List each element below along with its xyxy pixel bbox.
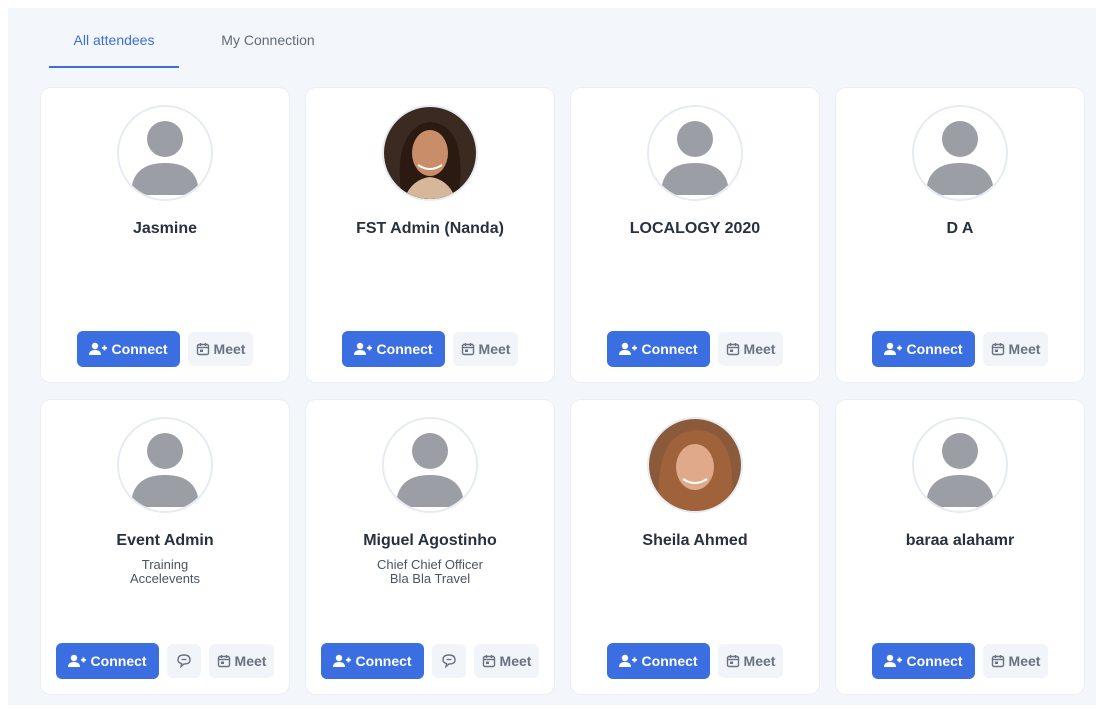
meet-button[interactable]: Meet (717, 644, 784, 678)
attendee-company: Bla Bla Travel (389, 571, 471, 586)
add-user-icon (618, 342, 637, 356)
avatar-placeholder-icon (912, 105, 1008, 201)
attendee-title: Chief Chief Officer (377, 557, 483, 572)
calendar-icon (991, 654, 1005, 668)
meet-label: Meet (213, 341, 246, 357)
add-user-icon (618, 654, 637, 668)
calendar-icon (461, 342, 475, 356)
attendee-company: Accelevents (129, 571, 201, 586)
attendee-name: Event Admin (116, 532, 214, 549)
meet-button[interactable]: Meet (452, 332, 519, 366)
connect-label: Connect (111, 341, 168, 357)
connect-label: Connect (376, 341, 433, 357)
avatar-photo (382, 105, 478, 201)
connect-label: Connect (906, 653, 963, 669)
chat-icon (176, 653, 192, 669)
attendee-card: LOCALOGY 2020 Connect Meet (571, 88, 819, 382)
calendar-icon (482, 654, 496, 668)
tab-all-attendees[interactable]: All attendees (49, 30, 179, 68)
add-user-icon (883, 654, 902, 668)
calendar-icon (217, 654, 231, 668)
connect-label: Connect (906, 341, 963, 357)
attendee-name: FST Admin (Nanda) (356, 220, 504, 237)
avatar-placeholder-icon (912, 417, 1008, 513)
chat-icon (441, 653, 457, 669)
attendee-grid: Jasmine Connect Meet FST Admin (Nanda) Conne… (41, 88, 1084, 694)
add-user-icon (67, 654, 86, 668)
attendee-card: Miguel Agostinho Chief Chief Officer Bla B… (306, 400, 554, 694)
attendee-name: Jasmine (132, 220, 198, 237)
connect-button[interactable]: Connect (55, 643, 159, 679)
connect-button[interactable]: Connect (76, 331, 180, 367)
calendar-icon (196, 342, 210, 356)
meet-label: Meet (499, 653, 532, 669)
attendee-name: Sheila Ahmed (642, 532, 748, 549)
add-user-icon (883, 342, 902, 356)
meet-label: Meet (1008, 341, 1041, 357)
attendees-panel: All attendees My Connection Jasmine Conne… (8, 8, 1096, 705)
meet-label: Meet (478, 341, 511, 357)
avatar-placeholder-icon (647, 105, 743, 201)
meet-label: Meet (1008, 653, 1041, 669)
chat-button[interactable] (166, 644, 201, 678)
avatar-photo (647, 417, 743, 513)
card-actions: Connect Meet (571, 642, 819, 680)
card-actions: Connect Meet (306, 642, 554, 680)
avatar-placeholder-icon (382, 417, 478, 513)
meet-label: Meet (743, 341, 776, 357)
attendee-name: baraa alahamr (905, 532, 1015, 549)
card-actions: Connect Meet (41, 642, 289, 680)
connect-label: Connect (355, 653, 412, 669)
meet-button[interactable]: Meet (187, 332, 254, 366)
avatar-placeholder-icon (117, 105, 213, 201)
attendee-card: D A Connect Meet (836, 88, 1084, 382)
connect-button[interactable]: Connect (871, 331, 975, 367)
connect-button[interactable]: Connect (606, 331, 710, 367)
meet-button[interactable]: Meet (717, 332, 784, 366)
avatar-placeholder-icon (117, 417, 213, 513)
connect-label: Connect (641, 653, 698, 669)
attendee-name: LOCALOGY 2020 (629, 220, 761, 237)
tab-bar: All attendees My Connection (8, 8, 1096, 68)
add-user-icon (332, 654, 351, 668)
attendee-name: Miguel Agostinho (363, 532, 497, 549)
meet-button[interactable]: Meet (982, 332, 1049, 366)
connect-button[interactable]: Connect (871, 643, 975, 679)
tab-my-connection[interactable]: My Connection (198, 30, 338, 68)
card-actions: Connect Meet (571, 330, 819, 368)
attendee-title: Training (141, 557, 189, 572)
connect-button[interactable]: Connect (341, 331, 445, 367)
add-user-icon (353, 342, 372, 356)
connect-button[interactable]: Connect (606, 643, 710, 679)
attendee-name: D A (946, 220, 974, 237)
card-actions: Connect Meet (836, 642, 1084, 680)
calendar-icon (991, 342, 1005, 356)
calendar-icon (726, 342, 740, 356)
attendee-card: baraa alahamr Connect Meet (836, 400, 1084, 694)
attendee-card: Event Admin Training Accelevents Connect Mee… (41, 400, 289, 694)
attendee-card: Sheila Ahmed Connect Meet (571, 400, 819, 694)
attendee-card: Jasmine Connect Meet (41, 88, 289, 382)
attendee-card: FST Admin (Nanda) Connect Meet (306, 88, 554, 382)
connect-label: Connect (641, 341, 698, 357)
chat-button[interactable] (431, 644, 466, 678)
calendar-icon (726, 654, 740, 668)
meet-button[interactable]: Meet (208, 644, 275, 678)
card-actions: Connect Meet (41, 330, 289, 368)
meet-button[interactable]: Meet (982, 644, 1049, 678)
meet-button[interactable]: Meet (473, 644, 540, 678)
card-actions: Connect Meet (836, 330, 1084, 368)
meet-label: Meet (743, 653, 776, 669)
meet-label: Meet (234, 653, 267, 669)
add-user-icon (88, 342, 107, 356)
connect-label: Connect (90, 653, 147, 669)
card-actions: Connect Meet (306, 330, 554, 368)
connect-button[interactable]: Connect (320, 643, 424, 679)
